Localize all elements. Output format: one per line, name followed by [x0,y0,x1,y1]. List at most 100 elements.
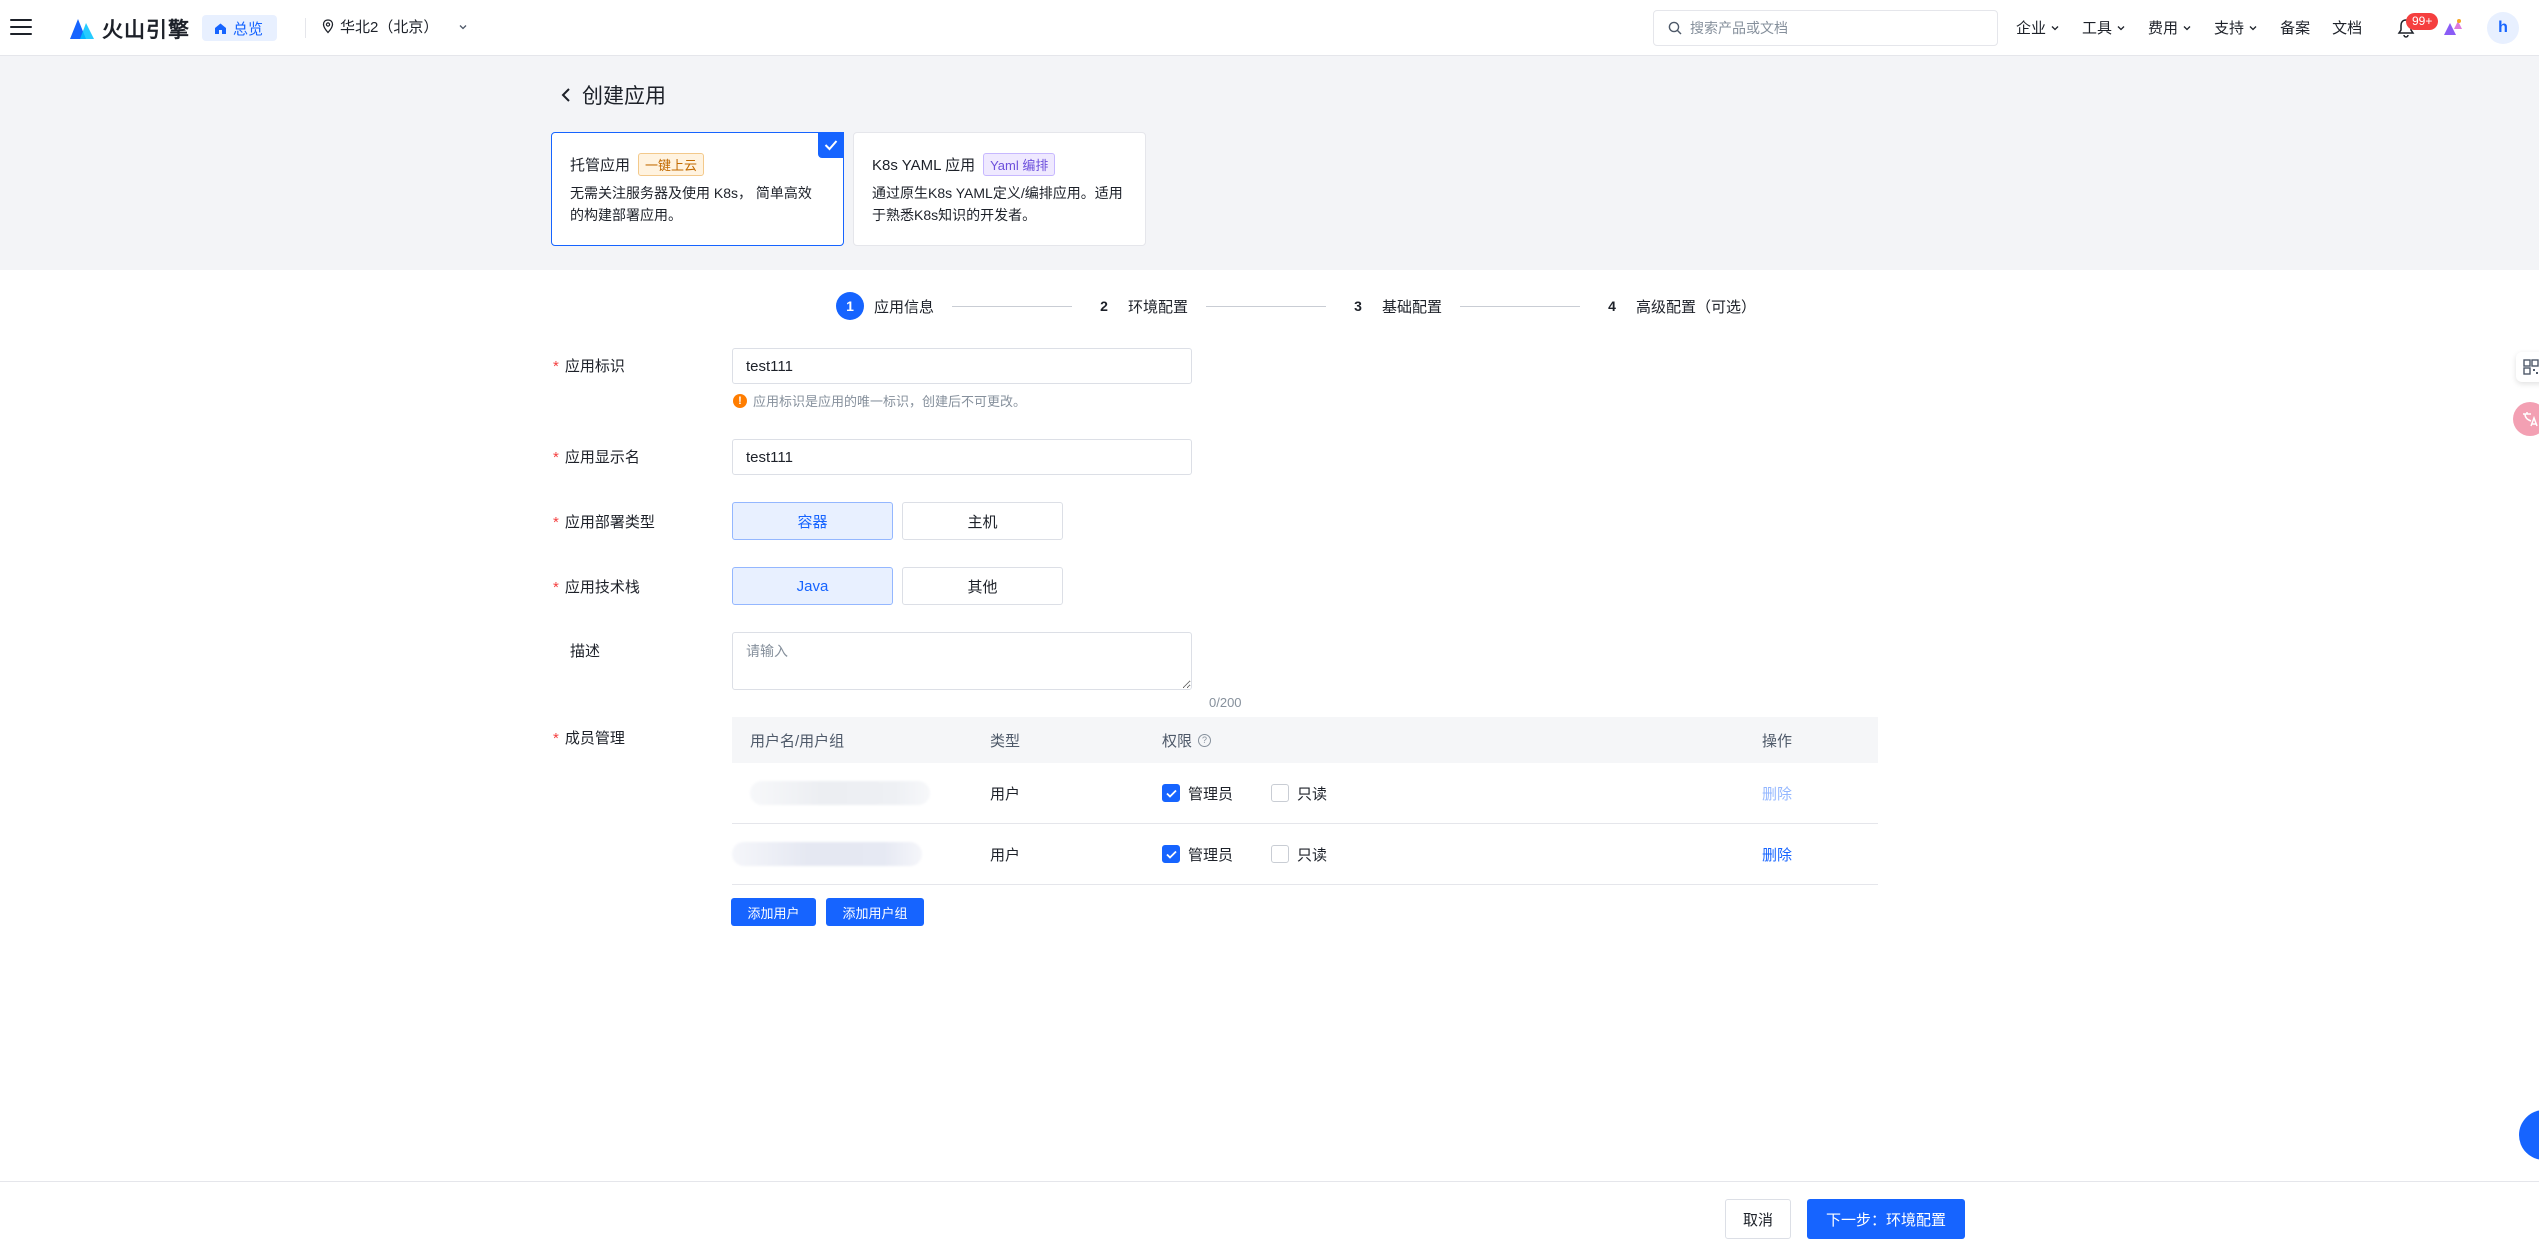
nav-enterprise[interactable]: 企业 [2016,17,2060,38]
help-icon[interactable]: ? [1198,733,1212,747]
home-overview-button[interactable]: 总览 [202,15,278,41]
check-icon [818,132,844,158]
menu-icon[interactable] [10,16,32,38]
readonly-label: 只读 [1297,846,1328,864]
app-id-label: * 应用标识 [553,358,625,375]
step-label: 基础配置 [1382,298,1443,316]
nav-billing-label: 费用 [2148,20,2179,37]
delete-member-link[interactable]: 删除 [1762,847,1792,864]
admin-checkbox[interactable] [1162,784,1180,802]
card-tag: Yaml 编排 [983,153,1056,176]
admin-checkbox[interactable] [1162,845,1180,863]
card-description: 无需关注服务器及使用 K8s， 简单高效的构建部署应用。 [570,185,812,223]
nav-tools[interactable]: 工具 [2082,17,2126,38]
step-label: 环境配置 [1128,298,1189,316]
readonly-checkbox[interactable] [1271,845,1290,863]
admin-checkbox-group[interactable]: 管理员 [1162,783,1233,804]
table-row: 用户 管理员 只读 删除 [732,763,1878,824]
description-char-counter: 0/200 [1209,695,1242,710]
add-user-button[interactable]: 添加用户 [731,898,816,926]
chevron-down-icon [2249,25,2257,30]
step-number: 3 [1354,298,1362,314]
logo-text: 火山引擎 [102,19,190,42]
qr-code-icon[interactable] [2516,352,2539,382]
nav-support[interactable]: 支持 [2214,17,2258,38]
readonly-label: 只读 [1297,785,1328,803]
permission-cell: 管理员 只读 [1162,844,1762,865]
col-header-permission: 权限? [1162,730,1762,751]
step-4: 4 高级配置（可选） [1598,292,1756,320]
step-indicator: 1 应用信息 2 环境配置 3 基础配置 4 高级配置（可选） [836,292,1756,320]
deploy-type-label: * 应用部署类型 [553,514,655,531]
step-number: 4 [1608,298,1616,314]
readonly-checkbox-group[interactable]: 只读 [1271,844,1327,865]
readonly-checkbox[interactable] [1271,784,1290,802]
app-id-hint-text: 应用标识是应用的唯一标识，创建后不可更改。 [753,394,1027,409]
step-number: 2 [1100,298,1108,314]
display-name-input[interactable] [732,439,1192,475]
card-k8s-yaml-app[interactable]: K8s YAML 应用 Yaml 编排 通过原生K8s YAML定义/编排应用。适… [853,132,1146,246]
deploy-type-container-option[interactable]: 容器 [732,502,893,540]
home-icon [215,23,226,34]
card-title: 托管应用 [570,157,631,174]
translate-icon[interactable] [2513,402,2539,436]
card-managed-app[interactable]: 托管应用 一键上云 无需关注服务器及使用 K8s， 简单高效的构建部署应用。 [551,132,844,246]
step-1: 1 应用信息 [836,292,934,320]
chevron-down-icon [2183,25,2191,30]
logo[interactable]: 火山引擎 [68,14,190,44]
cancel-button[interactable]: 取消 [1725,1199,1791,1239]
nav-docs[interactable]: 文档 [2332,17,2362,38]
ai-assistant-icon[interactable] [2441,17,2463,39]
region-label: 华北2（北京） [340,19,439,36]
action-cell: 删除 [1762,844,1878,865]
nav-icp-filing[interactable]: 备案 [2280,17,2310,38]
permission-cell: 管理员 只读 [1162,783,1762,804]
chevron-down-icon [459,24,467,29]
next-step-button[interactable]: 下一步：环境配置 [1807,1199,1965,1239]
nav-billing[interactable]: 费用 [2148,17,2192,38]
table-header: 用户名/用户组 类型 权限? 操作 [732,717,1878,763]
chevron-down-icon [2117,25,2125,30]
divider [305,18,306,38]
description-textarea[interactable] [732,632,1192,690]
redacted-user-name [732,842,922,866]
card-tag: 一键上云 [638,153,705,176]
admin-label: 管理员 [1188,785,1234,803]
search-input[interactable] [1690,20,1980,36]
chat-assistant-icon[interactable] [2519,1110,2539,1160]
step-connector [1206,305,1327,307]
page-header-area [0,56,2539,270]
tech-stack-other-option[interactable]: 其他 [902,567,1063,605]
page-title: 创建应用 [582,85,666,108]
step-3: 3 基础配置 [1344,292,1442,320]
display-name-label: * 应用显示名 [553,449,640,466]
table-row: 用户 管理员 只读 删除 [732,824,1878,885]
deploy-type-host-option[interactable]: 主机 [902,502,1063,540]
user-name-cell [732,842,990,866]
user-avatar[interactable]: h [2487,12,2519,44]
app-id-hint: ! 应用标识是应用的唯一标识，创建后不可更改。 [733,391,1026,410]
app-id-input[interactable] [732,348,1192,384]
region-selector[interactable]: 华北2（北京） [322,16,468,37]
delete-member-link[interactable]: 删除 [1762,786,1792,803]
step-connector [1460,305,1581,307]
description-label: 描述 [570,643,601,660]
add-user-group-button[interactable]: 添加用户组 [826,898,924,926]
readonly-checkbox-group[interactable]: 只读 [1271,783,1327,804]
user-name-cell [732,781,990,805]
action-cell: 删除 [1762,783,1878,804]
members-label: * 成员管理 [553,730,625,747]
nav-icp-filing-label: 备案 [2280,20,2311,37]
tech-stack-java-option[interactable]: Java [732,567,893,605]
chevron-left-icon [561,88,570,102]
redacted-user-name [750,781,930,805]
search-box[interactable] [1653,10,1998,46]
top-nav-menu: 企业 工具 费用 支持 备案 文档 [2016,17,2362,38]
admin-checkbox-group[interactable]: 管理员 [1162,844,1233,865]
step-connector [952,305,1073,307]
user-type-cell: 用户 [990,785,1021,803]
search-icon [1668,21,1682,35]
step-label: 高级配置（可选） [1636,298,1757,316]
nav-support-label: 支持 [2214,20,2245,37]
back-button[interactable]: 创建应用 [560,80,666,110]
